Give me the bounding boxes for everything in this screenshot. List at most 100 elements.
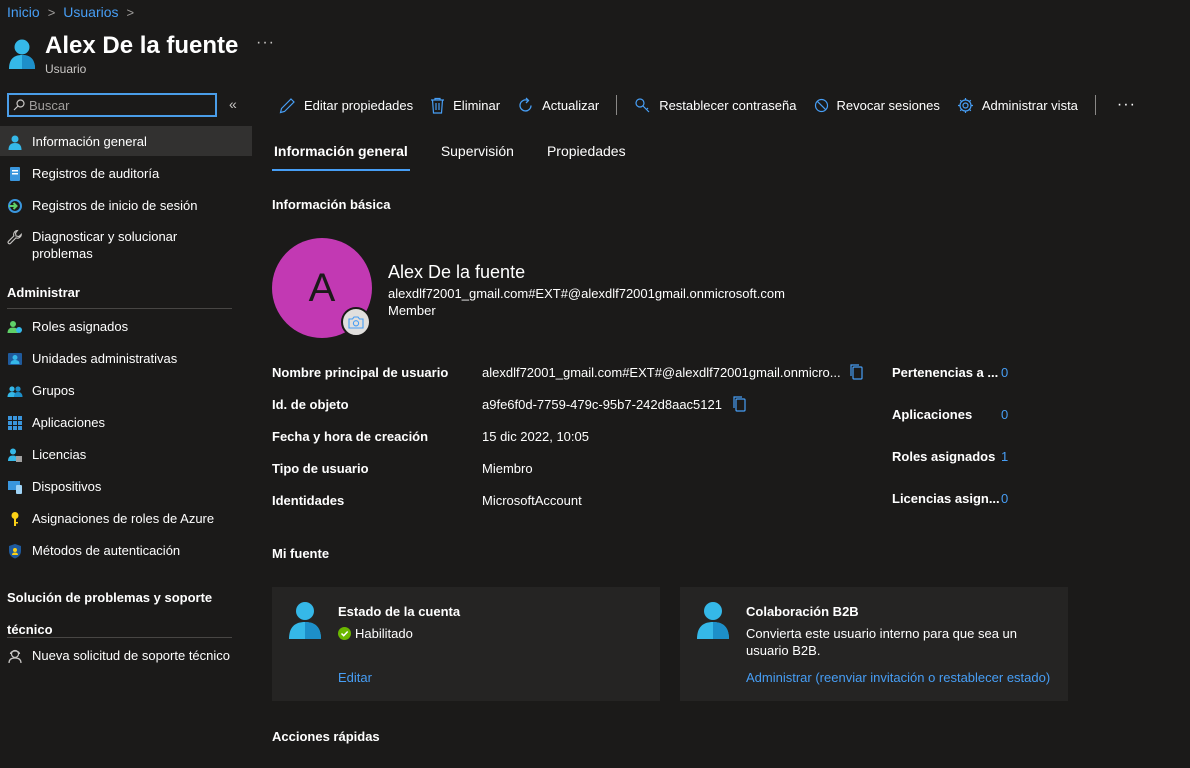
page-title: Alex De la fuente [45,32,239,59]
profile-member-type: Member [388,303,436,318]
section-title-basic-info: Información básica [272,197,391,212]
section-title-quick-actions: Acciones rápidas [272,729,380,744]
search-box [7,93,217,117]
divider [7,308,232,309]
stat-link-assigned-roles[interactable]: 1 [1001,449,1008,464]
sidebar-item-new-support-request[interactable]: Nueva solicitud de soporte técnico [0,647,252,664]
reset-password-button[interactable]: Restablecer contraseña [634,97,797,114]
breadcrumb-users-link[interactable]: Usuarios [63,4,118,20]
profile-email: alexdlf72001_gmail.com#EXT#@alexdlf72001… [388,286,785,301]
tab-monitoring[interactable]: Supervisión [439,141,516,171]
breadcrumb: Inicio > Usuarios > [7,4,134,20]
sidebar-item-diagnose[interactable]: Diagnosticar y solucionar problemas [0,228,252,262]
profile-name: Alex De la fuente [388,262,526,282]
sidebar-item-applications[interactable]: Aplicaciones [0,414,252,431]
divider [7,637,232,638]
apps-grid-icon [8,416,22,430]
user-icon [8,135,22,150]
sidebar-item-azure-role-assignments[interactable]: Asignaciones de roles de Azure [0,510,252,527]
toolbar-divider [1094,95,1096,115]
sidebar-item-assigned-roles[interactable]: Roles asignados [0,318,252,335]
groups-icon [7,386,23,397]
sign-in-log-icon [8,199,22,213]
admin-units-icon [8,353,22,365]
edit-account-link[interactable]: Editar [338,670,372,685]
sidebar-item-label: Registros de auditoría [32,166,160,181]
devices-icon [8,481,22,494]
search-icon [9,99,29,111]
sidebar-item-label: Aplicaciones [32,415,105,430]
sidebar-item-groups[interactable]: Grupos [0,382,252,399]
sidebar-item-label: Diagnosticar y solucionar problemas [32,229,178,261]
search-input[interactable] [29,97,209,113]
card-description: Convierta este usuario interno para que … [746,626,1018,658]
sidebar-item-overview[interactable]: Información general [0,126,252,156]
sidebar-item-auth-methods[interactable]: Métodos de autenticación [0,542,252,559]
refresh-button[interactable]: Actualizar [517,97,599,114]
sidebar-item-admin-units[interactable]: Unidades administrativas [0,350,252,367]
user-icon [289,602,321,639]
camera-icon [348,315,364,329]
delete-button[interactable]: Eliminar [430,97,500,114]
manage-view-button[interactable]: Administrar vista [957,97,1078,114]
collapse-sidebar-button[interactable]: « [229,96,237,112]
sidebar-item-audit-logs[interactable]: Registros de auditoría [0,165,252,182]
edit-properties-label: Editar propiedades [304,97,414,113]
card-title: Colaboración B2B [746,604,859,619]
trash-icon [431,97,445,114]
user-icon [697,602,729,639]
breadcrumb-home-link[interactable]: Inicio [7,4,40,20]
stat-link-applications[interactable]: 0 [1001,407,1008,422]
gear-icon [957,97,973,113]
prop-label-user-type: Tipo de usuario [272,461,369,476]
identities-link[interactable]: MicrosoftAccount [482,493,582,508]
shield-icon [9,544,21,559]
more-options-button[interactable]: ··· [256,34,275,52]
toolbar-divider [616,95,618,115]
avatar-initial: A [308,265,336,310]
delete-label: Eliminar [453,97,501,113]
command-bar: Editar propiedades Eliminar Actualizar R… [279,93,1136,117]
sidebar-item-licenses[interactable]: Licencias [0,446,252,463]
stat-label-licenses: Licencias asign... [892,491,1000,506]
sidebar-section-admin: Administrar [7,285,80,300]
stat-link-memberships[interactable]: 0 [1001,365,1008,380]
sidebar-item-sign-in-logs[interactable]: Registros de inicio de sesión [0,197,252,214]
copy-icon[interactable] [848,363,864,380]
licenses-icon [8,448,22,462]
key-icon [635,97,650,112]
prop-value-object-id: a9fe6f0d-7759-479c-95b7-242d8aac5121 [482,397,722,412]
tab-overview[interactable]: Información general [272,141,410,171]
prop-value-user-type: Miembro [482,461,533,476]
page-subtitle: Usuario [45,62,87,76]
b2b-collaboration-card: Colaboración B2B Convierta este usuario … [680,587,1068,701]
copy-icon[interactable] [731,395,747,412]
manage-view-label: Administrar vista [981,97,1078,113]
more-commands-button[interactable]: ··· [1117,96,1136,114]
card-title: Estado de la cuenta [338,604,461,619]
account-status: Habilitado [338,625,638,642]
sidebar-item-label: Dispositivos [32,479,102,494]
edit-properties-button[interactable]: Editar propiedades [279,97,413,114]
support-person-icon [8,649,22,664]
revoke-sessions-button[interactable]: Revocar sesiones [814,98,940,113]
check-circle-icon [338,627,351,640]
prop-label-object-id: Id. de objeto [272,397,349,412]
sidebar-item-label: Información general [32,134,147,149]
prop-label-identities: Identidades [272,493,345,508]
sidebar-item-label: Licencias [32,447,87,462]
account-status-text: Habilitado [355,626,413,641]
block-icon [814,98,828,112]
tab-properties[interactable]: Propiedades [545,141,628,171]
stat-link-licenses[interactable]: 0 [1001,491,1008,506]
sidebar-item-label: Unidades administrativas [32,351,178,366]
stat-label-assigned-roles: Roles asignados [892,449,996,464]
refresh-label: Actualizar [542,97,600,113]
sidebar-item-devices[interactable]: Dispositivos [0,478,252,495]
prop-label-upn: Nombre principal de usuario [272,365,449,380]
chevron-right-icon: > [47,4,56,20]
manage-b2b-link[interactable]: Administrar (reenviar invitación o resta… [746,670,1050,685]
sidebar-item-label: Nueva solicitud de soporte técnico [32,648,231,663]
change-photo-button[interactable] [341,307,371,337]
stat-label-memberships: Pertenencias a ... [892,365,999,380]
